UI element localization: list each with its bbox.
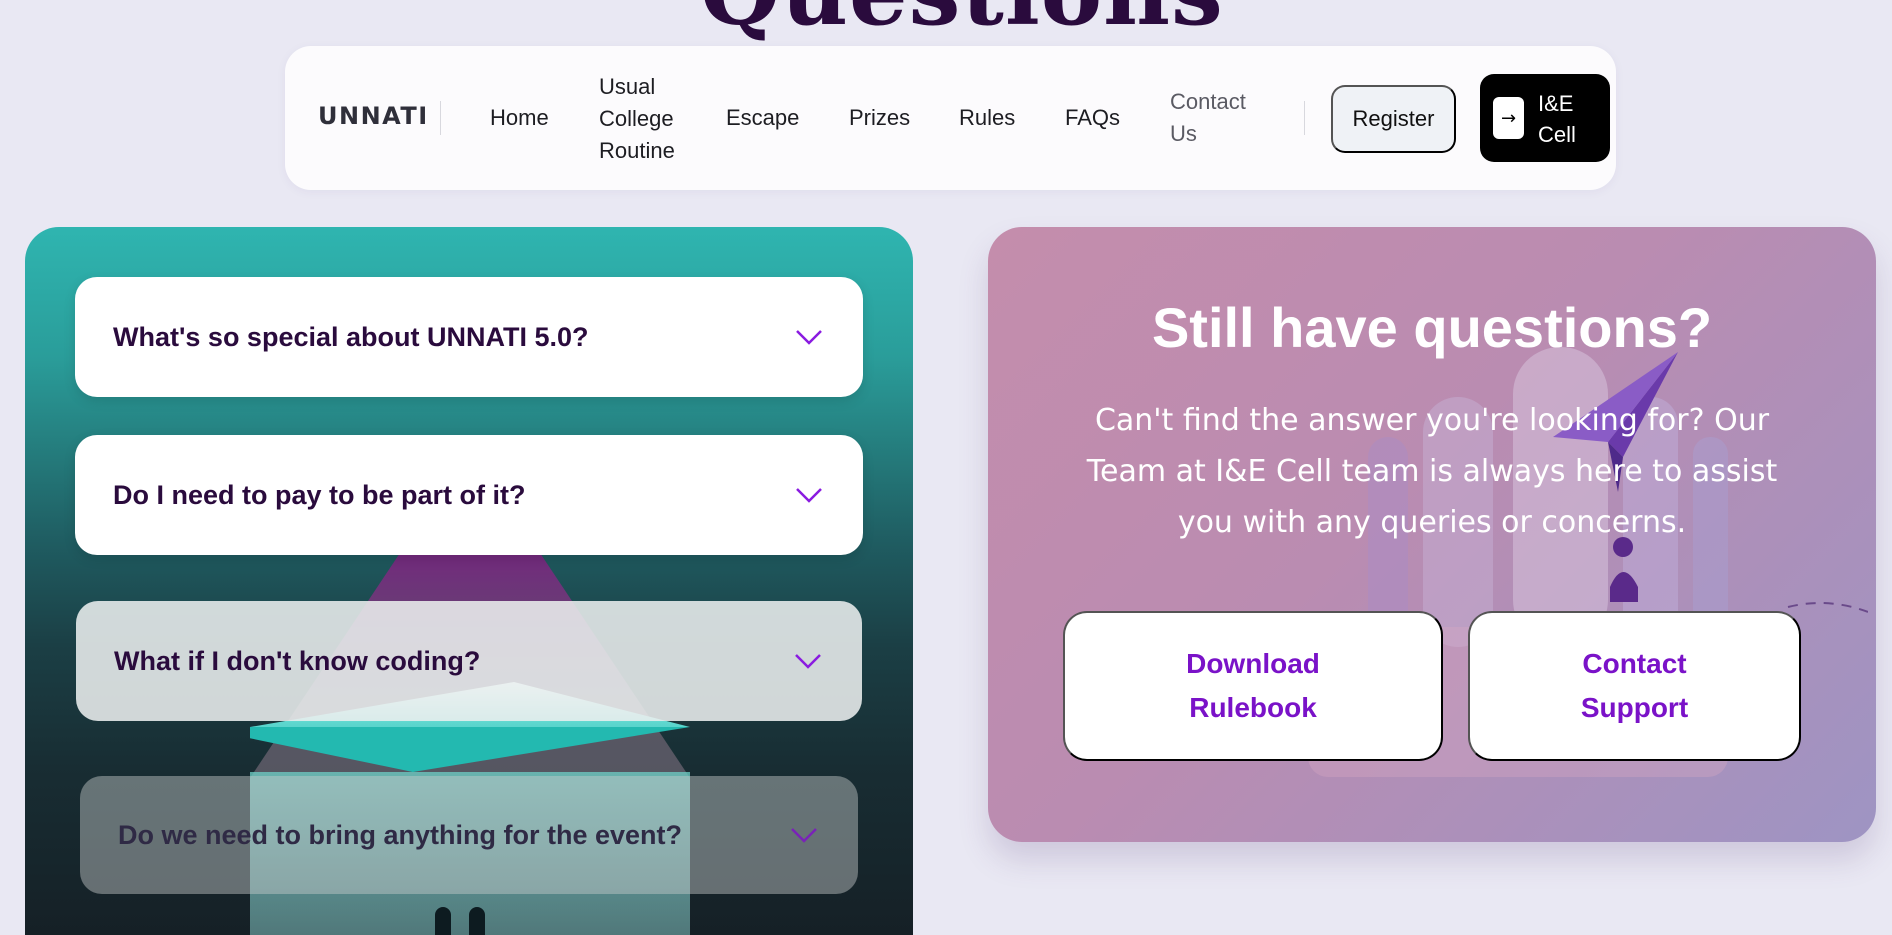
contact-support-button[interactable]: Contact Support — [1468, 611, 1801, 761]
nav-link-usual-college-routine[interactable]: Usual College Routine — [599, 71, 689, 167]
nav-link-prizes[interactable]: Prizes — [849, 102, 910, 134]
faq-question: What if I don't know coding? — [114, 645, 481, 676]
download-rulebook-button[interactable]: Download Rulebook — [1063, 611, 1443, 761]
ie-cell-label: I&E Cell — [1538, 91, 1576, 147]
background-heading: Questions — [700, 0, 1224, 46]
person-silhouette — [435, 907, 451, 935]
nav-link-contact-us[interactable]: Contact Us — [1170, 86, 1260, 150]
nav-link-rules[interactable]: Rules — [959, 102, 1015, 134]
download-rulebook-label: Download Rulebook — [1186, 648, 1320, 723]
faq-item-2[interactable]: Do I need to pay to be part of it? — [75, 435, 863, 555]
chevron-down-icon — [796, 330, 822, 345]
nav-link-faqs[interactable]: FAQs — [1065, 102, 1120, 134]
faq-item-3[interactable]: What if I don't know coding? — [76, 601, 862, 721]
nav-divider — [1304, 101, 1305, 135]
chevron-down-icon — [795, 654, 821, 669]
chevron-down-icon — [791, 828, 817, 843]
nav-link-escape[interactable]: Escape — [726, 102, 799, 134]
unnati-logo[interactable]: UNNATI — [318, 102, 429, 130]
nav-divider — [440, 101, 441, 135]
faq-question: What's so special about UNNATI 5.0? — [113, 321, 589, 352]
help-title: Still have questions? — [1151, 296, 1713, 359]
faq-item-4[interactable]: Do we need to bring anything for the eve… — [80, 776, 858, 894]
chevron-down-icon — [796, 488, 822, 503]
nav-link-home[interactable]: Home — [490, 102, 549, 134]
faq-question: Do I need to pay to be part of it? — [113, 479, 526, 510]
top-navbar: UNNATI Home Usual College Routine Escape… — [285, 46, 1616, 190]
help-description: Can't find the answer you're looking for… — [1086, 403, 1778, 540]
faq-item-1[interactable]: What's so special about UNNATI 5.0? — [75, 277, 863, 397]
faq-panel: What's so special about UNNATI 5.0? Do I… — [25, 227, 913, 935]
arrow-right-icon: → — [1493, 97, 1524, 139]
ie-cell-button[interactable]: → I&E Cell — [1480, 74, 1610, 162]
register-button[interactable]: Register — [1331, 85, 1456, 153]
help-panel: Still have questions? Can't find the ans… — [988, 227, 1876, 842]
contact-support-label: Contact Support — [1580, 648, 1689, 723]
faq-question: Do we need to bring anything for the eve… — [118, 819, 683, 850]
person-silhouette — [469, 907, 485, 935]
